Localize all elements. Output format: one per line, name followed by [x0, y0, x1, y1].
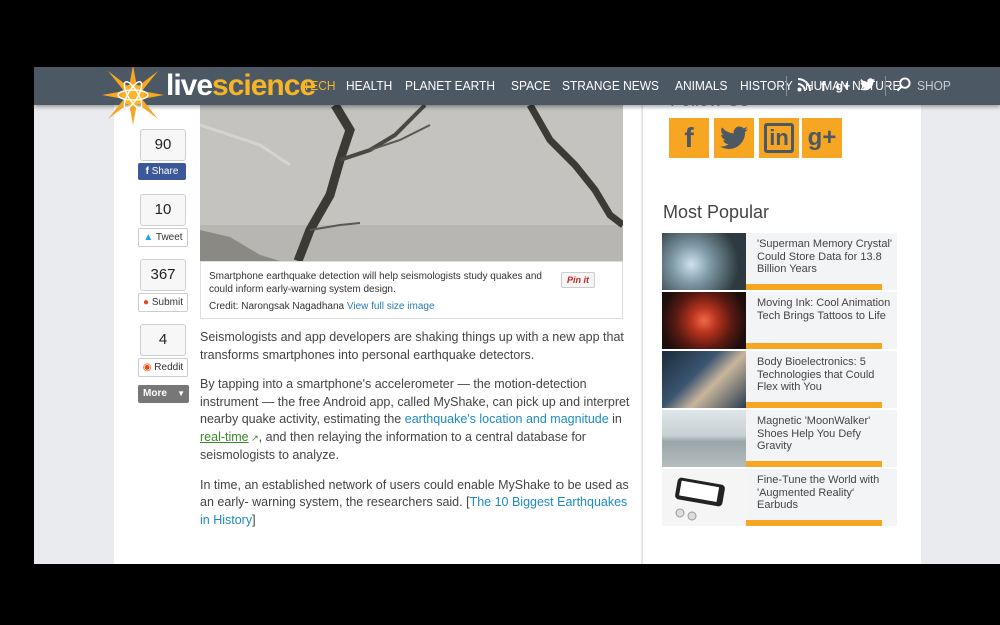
nav-history[interactable]: HISTORY	[740, 78, 793, 93]
nav-strange-news[interactable]: STRANGE NEWS	[562, 78, 659, 93]
article-paragraph: Seismologists and app developers are sha…	[200, 330, 624, 362]
twitter-share: 10 ▲ Tweet	[138, 194, 188, 247]
twitter-follow-button[interactable]	[714, 118, 754, 158]
google-plus-follow-button[interactable]: g+	[802, 118, 842, 158]
view-full-size-link[interactable]: View full size image	[347, 301, 435, 312]
logo-text-science: science	[212, 69, 316, 102]
image-credit: Credit: Narongsak Nagadhana View full si…	[209, 301, 435, 312]
most-popular-item[interactable]: Moving Ink: Cool Animation Tech Brings T…	[662, 292, 897, 349]
more-label: More	[143, 388, 167, 399]
location-magnitude-link[interactable]: earthquake's location and magnitude	[405, 412, 609, 426]
external-link-icon: ↗	[248, 432, 259, 443]
share-count: 10	[140, 194, 186, 226]
chevron-down-icon: ▼	[177, 389, 185, 398]
share-label: Submit	[151, 297, 183, 308]
paragraph-text: ]	[252, 512, 256, 527]
item-title: Fine-Tune the World with 'Augmented Real…	[757, 474, 880, 511]
credit-text: Credit: Narongsak Nagadhana	[209, 301, 345, 312]
header-icons: f g+	[786, 76, 911, 96]
rss-icon[interactable]	[797, 77, 811, 95]
thumbnail-image	[662, 410, 746, 467]
twitter-icon[interactable]	[860, 78, 876, 94]
share-count: 367	[140, 259, 186, 291]
reddit-button[interactable]: ◉ Reddit	[138, 358, 188, 377]
article-paragraph: By tapping into a smartphone's accelerom…	[200, 376, 630, 465]
logo-text-live: live	[166, 69, 213, 102]
share-count: 90	[140, 129, 186, 161]
share-label: Reddit	[154, 362, 184, 373]
thumbnail-image	[662, 351, 746, 408]
most-popular-heading: Most Popular	[663, 202, 770, 222]
divider	[885, 76, 887, 96]
paragraph-text: in	[608, 412, 622, 426]
real-time-link[interactable]: real-time	[200, 430, 249, 444]
item-accent-bar	[746, 402, 882, 408]
thumbnail-image	[662, 292, 746, 349]
share-label: Tweet	[155, 232, 183, 243]
most-popular-item[interactable]: Body Bioelectronics: 5 Technologies that…	[662, 351, 897, 408]
item-title: Magnetic 'MoonWalker' Shoes Help You Def…	[757, 415, 871, 452]
twitter-icon: ▲	[143, 232, 156, 243]
article-body: Seismologists and app developers are sha…	[200, 329, 630, 541]
site-logo[interactable]: livescience	[166, 69, 316, 103]
search-icon[interactable]	[896, 77, 911, 95]
article-image[interactable]	[200, 105, 623, 261]
nav-shop[interactable]: SHOP	[917, 78, 951, 93]
nav-health[interactable]: HEALTH	[346, 78, 392, 93]
share-count: 4	[140, 324, 186, 356]
more-share-button[interactable]: More ▼	[138, 385, 189, 403]
item-accent-bar	[746, 461, 882, 467]
nav-animals[interactable]: ANIMALS	[675, 78, 728, 93]
facebook-icon[interactable]: f	[821, 78, 826, 94]
tweet-button[interactable]: ▲ Tweet	[138, 228, 188, 247]
linkedin-icon: in	[764, 123, 794, 153]
paragraph-text: , and then relaying the information to a…	[200, 429, 586, 463]
stumbleupon-share: 367 ● Submit	[138, 259, 188, 312]
stumbleupon-icon: ●	[143, 297, 152, 308]
most-popular-item[interactable]: 'Superman Memory Crystal' Could Store Da…	[662, 233, 897, 290]
nav-space[interactable]: SPACE	[511, 78, 551, 93]
stumbleupon-submit-button[interactable]: ● Submit	[138, 293, 188, 312]
linkedin-follow-button[interactable]: in	[759, 118, 799, 158]
pin-it-button[interactable]: Pin it	[561, 272, 595, 288]
divider	[786, 76, 787, 96]
thumbnail-image	[662, 469, 746, 526]
share-label: Share	[151, 166, 179, 177]
reddit-share: 4 ◉ Reddit	[138, 324, 188, 377]
article-paragraph: In time, an established network of users…	[200, 477, 630, 530]
thumbnail-image	[662, 233, 746, 290]
most-popular-item[interactable]: Magnetic 'MoonWalker' Shoes Help You Def…	[662, 410, 897, 467]
item-title: Body Bioelectronics: 5 Technologies that…	[757, 356, 875, 393]
item-title: Moving Ink: Cool Animation Tech Brings T…	[757, 297, 891, 322]
logo-burst-icon[interactable]	[100, 67, 166, 127]
reddit-icon: ◉	[142, 362, 155, 373]
facebook-icon: f	[684, 122, 694, 153]
item-accent-bar	[746, 343, 882, 349]
caption-text: Smartphone earthquake detection will hel…	[209, 271, 542, 295]
image-caption: Smartphone earthquake detection will hel…	[200, 261, 623, 319]
browser-viewport: TECH HEALTH PLANET EARTH SPACE STRANGE N…	[34, 67, 1000, 564]
item-title: 'Superman Memory Crystal' Could Store Da…	[757, 238, 893, 275]
item-accent-bar	[746, 284, 882, 290]
google-plus-icon: g+	[807, 124, 837, 151]
google-plus-icon[interactable]: g+	[836, 79, 850, 93]
facebook-share-button[interactable]: f Share	[138, 163, 186, 180]
nav-planet-earth[interactable]: PLANET EARTH	[405, 78, 495, 93]
facebook-share: 90 f Share	[138, 129, 188, 180]
item-accent-bar	[746, 520, 882, 526]
facebook-follow-button[interactable]: f	[669, 118, 709, 158]
twitter-icon	[720, 126, 748, 149]
most-popular-item[interactable]: Fine-Tune the World with 'Augmented Real…	[662, 469, 897, 526]
